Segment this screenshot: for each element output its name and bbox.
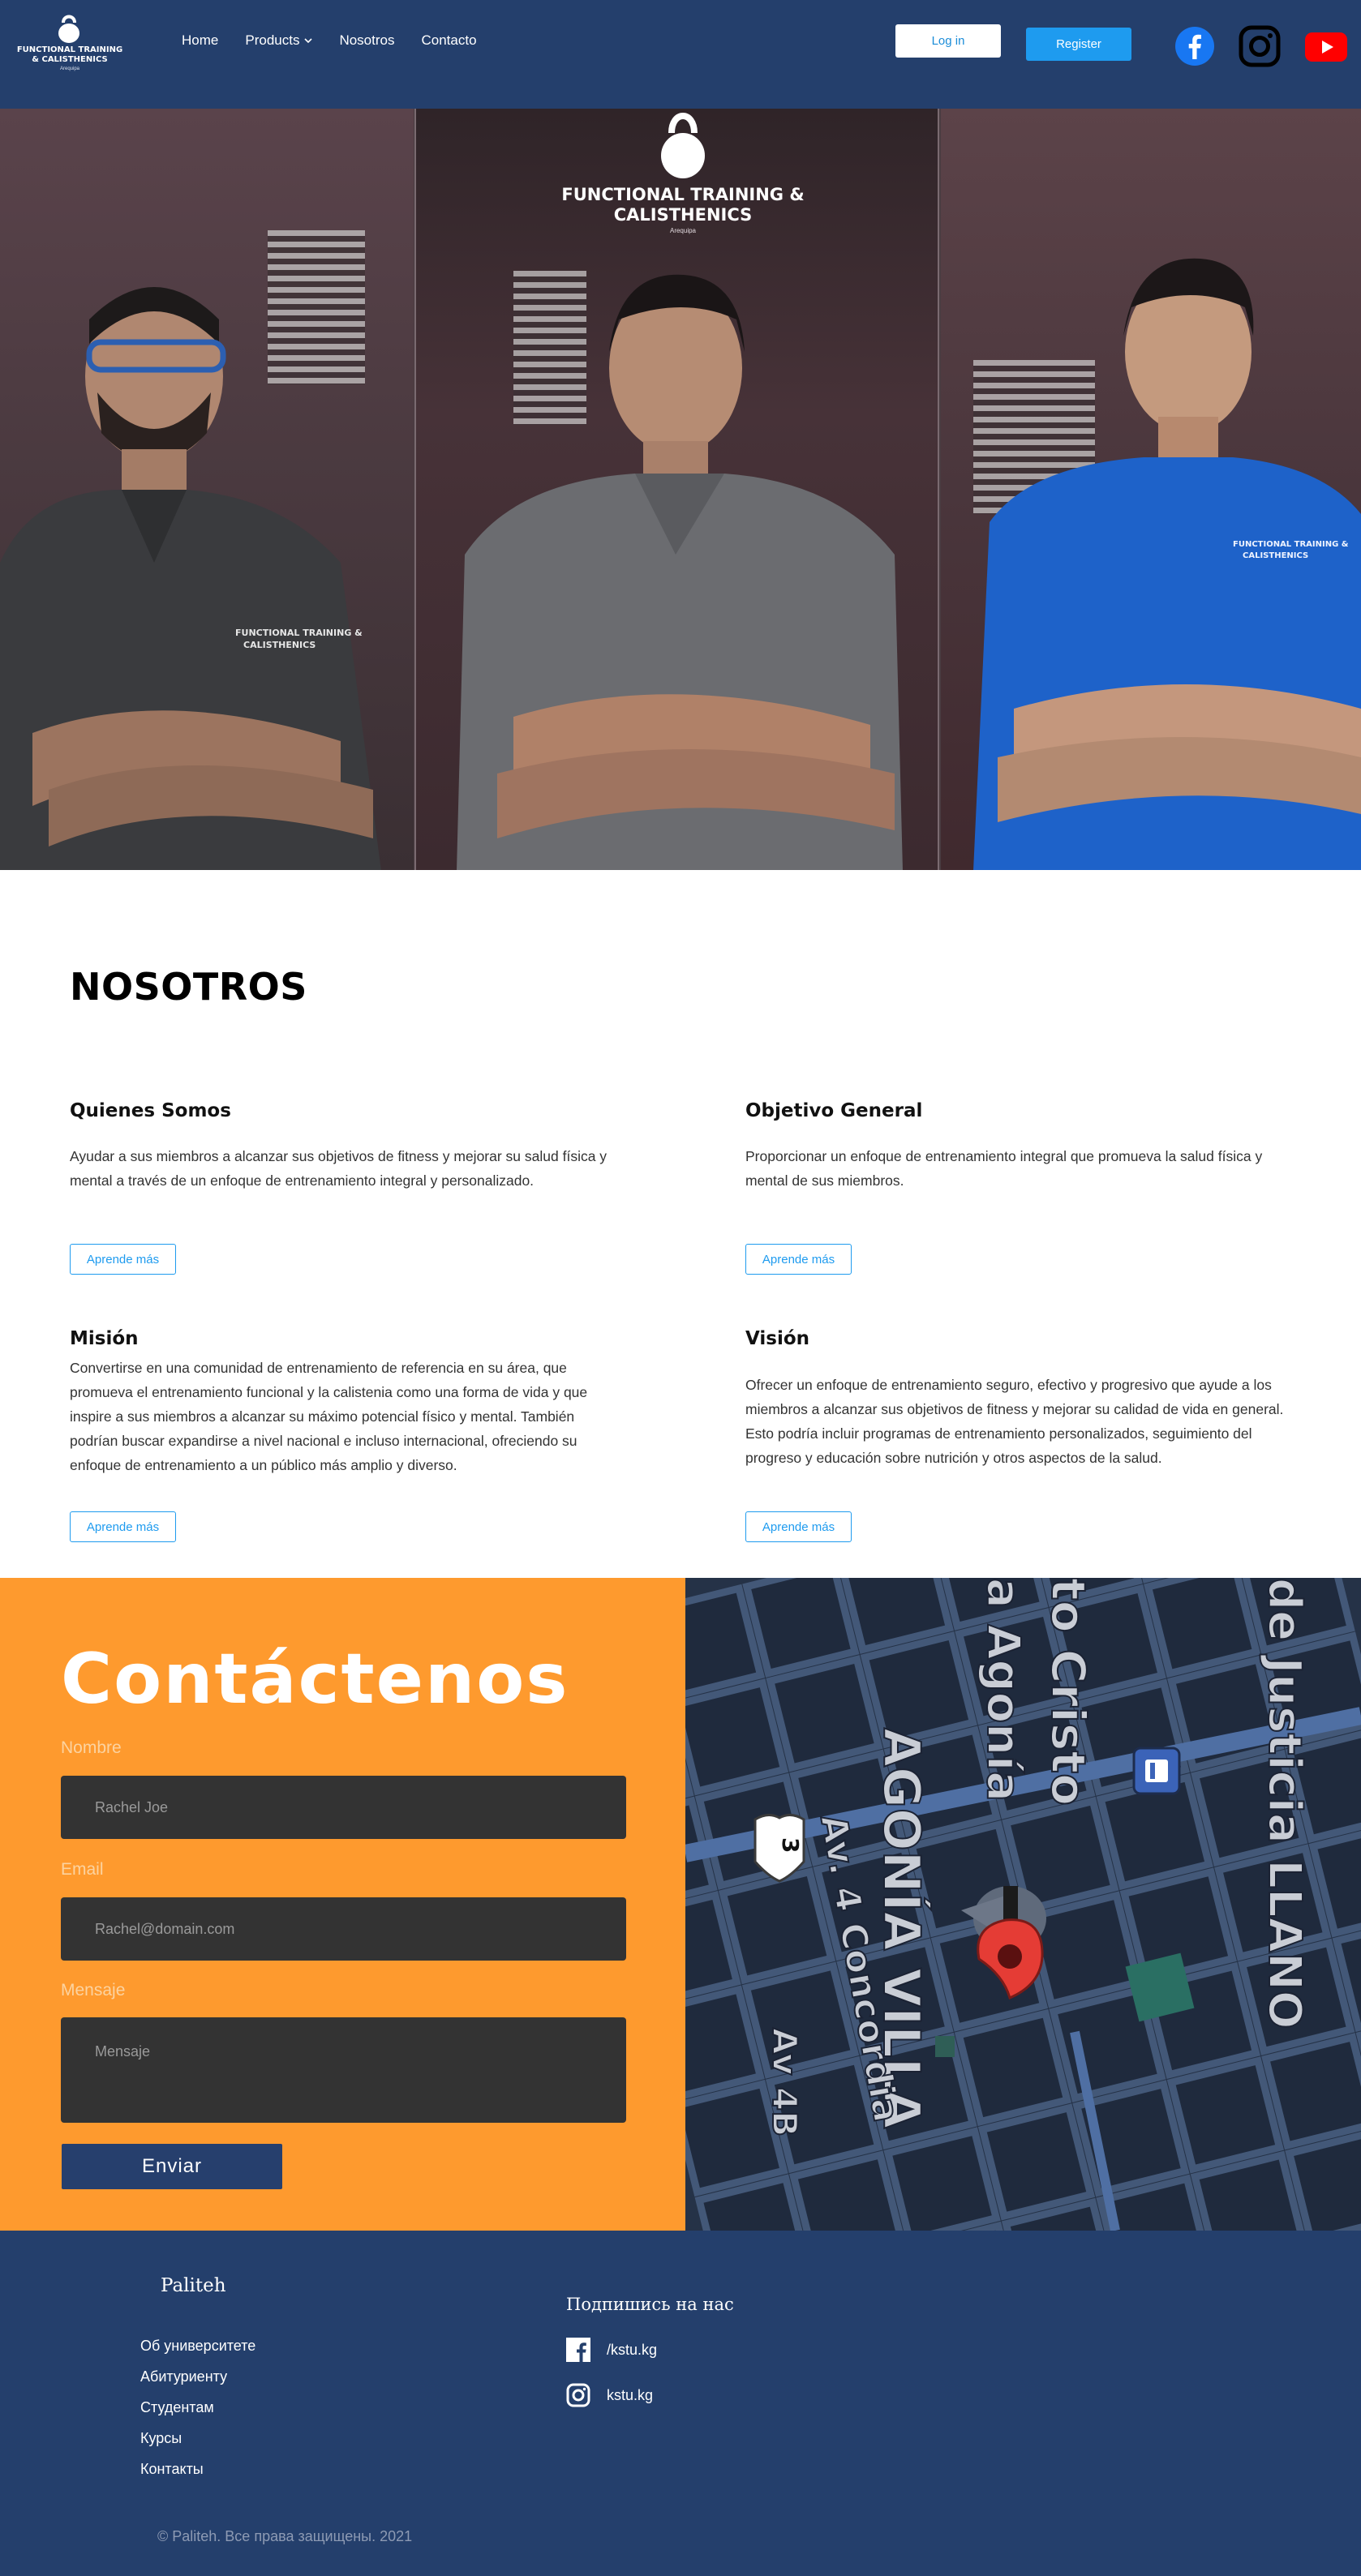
card-title: Visión [745, 1328, 810, 1349]
nav-home-label: Home [182, 32, 219, 48]
name-label: Nombre [61, 1738, 122, 1757]
footer-link-students[interactable]: Студентам [140, 2399, 214, 2416]
location-map[interactable]: de Justicia LLANO to Cristo a Agonía AGO… [685, 1578, 1361, 2231]
logo-title: FUNCTIONAL TRAINING & CALISTHENICS [16, 45, 123, 64]
email-label: Email [61, 1860, 104, 1879]
site-logo[interactable]: FUNCTIONAL TRAINING & CALISTHENICS Arequ… [16, 13, 123, 76]
youtube-icon[interactable] [1305, 32, 1347, 62]
nav-products-label: Products [245, 32, 300, 48]
nav-nosotros[interactable]: Nosotros [339, 32, 394, 49]
svg-text:3: 3 [777, 1837, 804, 1853]
street-label: Av 4B [765, 2028, 805, 2137]
card-title: Misión [70, 1328, 139, 1349]
footer-social-label: kstu.kg [607, 2386, 654, 2403]
footer-brand[interactable]: Paliteh [161, 2275, 226, 2296]
map-canvas: de Justicia LLANO to Cristo a Agonía AGO… [685, 1578, 1361, 2231]
card-text: Convertirse en una comunidad de entrenam… [70, 1360, 588, 1473]
nav-contacto-label: Contacto [421, 32, 477, 48]
hero-photo-left: FUNCTIONAL TRAINING & CALISTHENICS [0, 109, 414, 870]
site-header: FUNCTIONAL TRAINING & CALISTHENICS Arequ… [0, 0, 1361, 109]
card-title: Objetivo General [745, 1100, 923, 1121]
login-button[interactable]: Log in [895, 24, 1001, 58]
footer-social-facebook[interactable]: /kstu.kg [566, 2338, 657, 2362]
message-label: Mensaje [61, 1981, 126, 2000]
nav-nosotros-label: Nosotros [339, 32, 395, 48]
learn-more-button[interactable]: Aprende más [70, 1511, 176, 1542]
contact-section: Contáctenos Nombre Rachel Joe Email Rach… [0, 1578, 685, 2231]
street-label: a Agonía [977, 1578, 1029, 1802]
logo-subtitle: Arequipa [59, 66, 80, 71]
footer-link-applicants[interactable]: Абитуриенту [140, 2368, 227, 2385]
learn-more-button[interactable]: Aprende más [70, 1244, 176, 1275]
message-field[interactable]: Mensaje [61, 2017, 626, 2123]
send-button[interactable]: Enviar [62, 2144, 282, 2189]
nav-products[interactable]: Products [245, 32, 313, 49]
card-title: Quienes Somos [70, 1100, 231, 1121]
card-text: Ayudar a sus miembros a alcanzar sus obj… [70, 1148, 608, 1189]
instagram-icon[interactable] [1239, 25, 1281, 67]
name-field[interactable]: Rachel Joe [61, 1776, 626, 1839]
footer-link-about[interactable]: Об университете [140, 2338, 255, 2355]
nav-home[interactable]: Home [182, 32, 218, 49]
kettlebell-icon [58, 15, 79, 43]
hero-photo-middle: FUNCTIONAL TRAINING & CALISTHENICS Arequ… [414, 109, 939, 870]
learn-more-button[interactable]: Aprende más [745, 1244, 852, 1275]
register-button[interactable]: Register [1026, 28, 1131, 61]
shirt-logo-text: FUNCTIONAL TRAINING & [235, 628, 363, 638]
hero-photo-right: FUNCTIONAL TRAINING & CALISTHENICS [941, 109, 1361, 870]
nav-contacto[interactable]: Contacto [421, 32, 476, 49]
instagram-icon [566, 2383, 590, 2407]
footer-follow-title: Подпишись на нас [566, 2295, 734, 2314]
svg-text:FUNCTIONAL TRAINING &: FUNCTIONAL TRAINING & [1233, 540, 1349, 549]
chevron-down-icon [304, 37, 313, 43]
hero-banner: FUNCTIONAL TRAINING & CALISTHENICS FUNCT… [0, 109, 1361, 870]
footer-link-contacts[interactable]: Контакты [140, 2461, 204, 2478]
hero-logo-subtitle: Arequipa [669, 227, 697, 234]
footer-social-instagram[interactable]: kstu.kg [566, 2383, 653, 2407]
main-nav: Home Products Nosotros Contacto [182, 32, 504, 49]
learn-more-button[interactable]: Aprende más [745, 1511, 852, 1542]
hero-logo: FUNCTIONAL TRAINING & CALISTHENICS Arequ… [553, 109, 813, 238]
hero-logo-title: FUNCTIONAL TRAINING & CALISTHENICS [561, 185, 805, 225]
street-label: to Cristo [1041, 1578, 1096, 1806]
email-field[interactable]: Rachel@domain.com [61, 1897, 626, 1961]
trainer-photo-2 [457, 274, 903, 870]
footer-social-label: /kstu.kg [607, 2341, 658, 2358]
footer-copyright: © Paliteh. Все права защищены. 2021 [157, 2528, 413, 2544]
card-text: Proporcionar un enfoque de entrenamiento… [745, 1148, 1263, 1189]
section-title-nosotros: NOSOTROS [70, 965, 307, 1009]
svg-text:CALISTHENICS: CALISTHENICS [243, 640, 316, 650]
facebook-icon[interactable] [1174, 26, 1215, 66]
card-text: Ofrecer un enfoque de entrenamiento segu… [745, 1377, 1284, 1466]
footer-link-courses[interactable]: Курсы [140, 2430, 182, 2447]
contact-title: Contáctenos [61, 1639, 569, 1720]
svg-text:CALISTHENICS: CALISTHENICS [1243, 551, 1308, 560]
facebook-icon [566, 2338, 590, 2362]
trainer-photo-1: FUNCTIONAL TRAINING & CALISTHENICS [0, 287, 381, 870]
place-icon [1132, 1747, 1181, 1795]
street-label: de Justicia LLANO [1258, 1578, 1311, 2029]
trainer-photo-3: FUNCTIONAL TRAINING & CALISTHENICS [973, 258, 1361, 870]
kettlebell-icon [661, 113, 705, 178]
